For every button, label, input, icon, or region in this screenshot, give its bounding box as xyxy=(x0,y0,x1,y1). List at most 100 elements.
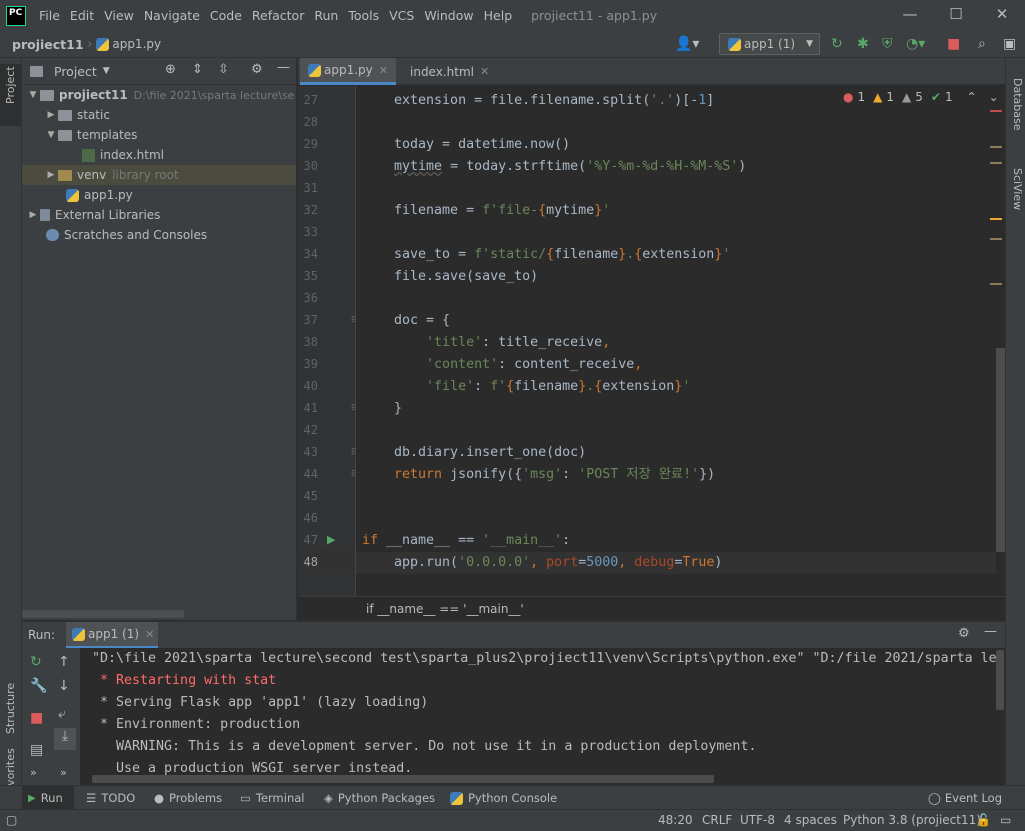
tab-app1-py[interactable]: app1.py ✕ xyxy=(300,58,396,85)
event-log-button[interactable]: ◯ Event Log xyxy=(922,786,1008,810)
close-tab-icon[interactable]: ✕ xyxy=(145,628,154,641)
breadcrumb-project[interactable]: projiect11 xyxy=(12,37,84,52)
rerun-icon[interactable]: ↻ xyxy=(30,654,42,670)
hide-panel-icon[interactable]: — xyxy=(277,60,290,75)
coverage-icon[interactable]: ⛨ xyxy=(882,36,893,52)
gear-icon[interactable]: ⚙ xyxy=(958,626,970,641)
chevron-down-icon[interactable]: ▼ xyxy=(103,66,110,76)
tree-item-static[interactable]: ▶ static xyxy=(22,105,296,125)
more-icon[interactable]: » xyxy=(60,766,67,779)
file-encoding[interactable]: UTF-8 xyxy=(740,813,775,827)
project-tool-label[interactable]: Project xyxy=(4,66,17,104)
tool-tab-todo[interactable]: ☰ TODO xyxy=(80,786,141,810)
tool-tab-run[interactable]: ▶ Run xyxy=(22,786,74,810)
locate-icon[interactable]: ⊕ xyxy=(165,62,176,77)
window-title: projiect11 - app1.py xyxy=(531,8,658,23)
warning-marker[interactable] xyxy=(990,162,1002,164)
more-icon[interactable]: » xyxy=(30,766,37,779)
stop-icon[interactable]: ■ xyxy=(30,710,43,726)
tree-item-index-html[interactable]: index.html xyxy=(22,145,296,165)
run-tab-app1[interactable]: app1 (1) ✕ xyxy=(66,622,158,649)
rerun-icon[interactable]: ↻ xyxy=(831,36,843,52)
menu-view[interactable]: View xyxy=(99,8,139,23)
wrench-icon[interactable]: 🔧 xyxy=(30,678,47,694)
tool-tab-problems[interactable]: ● Problems xyxy=(148,786,228,810)
tool-tab-python-console[interactable]: Python Console xyxy=(444,786,563,810)
run-console[interactable]: "D:\file 2021\sparta lecture\second test… xyxy=(80,648,1005,785)
tree-item-label: templates xyxy=(77,128,138,142)
minimize-button[interactable]: — xyxy=(887,0,933,31)
run-gutter-icon[interactable]: ▶ xyxy=(327,533,335,546)
close-tab-icon[interactable]: ✕ xyxy=(379,64,388,77)
chevron-up-icon[interactable]: ⌃ xyxy=(967,90,977,104)
tool-tab-python-packages[interactable]: ◈ Python Packages xyxy=(318,786,441,810)
sciview-tool-label[interactable]: SciView xyxy=(1011,168,1024,210)
editor-vertical-scrollbar[interactable] xyxy=(990,86,1005,596)
database-tool-label[interactable]: Database xyxy=(1011,78,1024,131)
indent-setting[interactable]: 4 spaces xyxy=(784,813,837,827)
list-icon: ☰ xyxy=(86,791,97,805)
scrollbar-thumb[interactable] xyxy=(996,348,1005,552)
scroll-down-icon[interactable]: ↓ xyxy=(58,678,70,694)
close-button[interactable]: ✕ xyxy=(979,0,1025,31)
menu-vcs[interactable]: VCS xyxy=(384,8,419,23)
menu-navigate[interactable]: Navigate xyxy=(139,8,205,23)
toggle-tool-windows-icon[interactable]: ▢ xyxy=(6,813,17,827)
layout-icon[interactable]: ▤ xyxy=(30,742,43,758)
warning-marker[interactable] xyxy=(990,218,1002,220)
ide-features-icon[interactable]: ▣ xyxy=(1003,36,1016,52)
breadcrumb-scope[interactable]: if __name__ == '__main__' xyxy=(366,602,524,616)
python-interpreter[interactable]: Python 3.8 (projiect11) xyxy=(843,813,981,827)
scroll-to-end-icon[interactable]: ⤓ xyxy=(54,728,76,750)
caret-position[interactable]: 48:20 xyxy=(658,813,693,827)
tree-item-venv[interactable]: ▶ venv library root xyxy=(22,165,296,185)
hide-panel-icon[interactable]: — xyxy=(984,624,997,639)
tree-item-templates[interactable]: ▼ templates xyxy=(22,125,296,145)
menu-edit[interactable]: Edit xyxy=(65,8,99,23)
menu-tools[interactable]: Tools xyxy=(343,8,384,23)
structure-tool-label[interactable]: Structure xyxy=(4,683,17,734)
gear-icon[interactable]: ⚙ xyxy=(251,62,263,77)
soft-wrap-icon[interactable]: ⤶ xyxy=(58,706,66,722)
error-marker[interactable] xyxy=(990,110,1002,112)
console-vertical-scrollbar[interactable] xyxy=(996,650,1004,710)
menu-run[interactable]: Run xyxy=(309,8,343,23)
maximize-button[interactable]: ☐ xyxy=(933,0,979,31)
menu-code[interactable]: Code xyxy=(205,8,247,23)
tree-item-project-root[interactable]: ▼ projiect11 D:\file 2021\sparta lecture… xyxy=(22,85,296,105)
menu-window[interactable]: Window xyxy=(419,8,478,23)
tree-item-scratches[interactable]: Scratches and Consoles xyxy=(22,225,296,245)
menu-help[interactable]: Help xyxy=(479,8,518,23)
line-separator[interactable]: CRLF xyxy=(702,813,732,827)
error-icon: ● xyxy=(843,90,854,104)
project-horizontal-scrollbar[interactable] xyxy=(22,610,184,618)
tree-item-app1-py[interactable]: app1.py xyxy=(22,185,296,205)
tool-tab-terminal[interactable]: ▭ Terminal xyxy=(234,786,310,810)
code-editor[interactable]: extension = file.filename.split('.')[-1]… xyxy=(356,86,996,596)
breadcrumb-file[interactable]: app1.py xyxy=(112,37,161,51)
tree-item-external-libraries[interactable]: ▶ External Libraries xyxy=(22,205,296,225)
stop-icon[interactable]: ■ xyxy=(947,36,960,52)
scroll-up-icon[interactable]: ↑ xyxy=(58,654,70,670)
tab-index-html[interactable]: index.html ✕ xyxy=(396,58,496,85)
close-tab-icon[interactable]: ✕ xyxy=(480,65,489,78)
expand-all-icon[interactable]: ⇕ xyxy=(192,62,203,77)
warning-marker[interactable] xyxy=(990,146,1002,148)
menu-refactor[interactable]: Refactor xyxy=(247,8,309,23)
run-configuration-select[interactable]: app1 (1) ▼ xyxy=(719,33,820,55)
user-icon[interactable]: 👤▾ xyxy=(675,36,699,52)
warning-marker[interactable] xyxy=(990,283,1002,285)
project-view-select[interactable]: Project xyxy=(54,64,97,79)
search-icon[interactable]: ⌕ xyxy=(978,36,986,52)
inspection-widget[interactable]: ● 1 ▲ 1 ▲ 5 ✔ 1 ⌃ ⌄ xyxy=(843,90,999,104)
console-horizontal-scrollbar[interactable] xyxy=(92,775,714,783)
warning-marker[interactable] xyxy=(990,238,1002,240)
debug-icon[interactable]: ✱ xyxy=(857,36,869,52)
editor-tab-bar: app1.py ✕ index.html ✕ xyxy=(298,58,1005,85)
lock-icon[interactable]: 🔓 xyxy=(976,813,991,827)
profile-icon[interactable]: ◔▾ xyxy=(906,36,925,52)
tool-tab-label: Problems xyxy=(169,791,223,805)
collapse-all-icon[interactable]: ⇳ xyxy=(218,62,229,77)
notifications-icon[interactable]: ▭ xyxy=(1000,813,1011,827)
menu-file[interactable]: File xyxy=(34,8,65,23)
